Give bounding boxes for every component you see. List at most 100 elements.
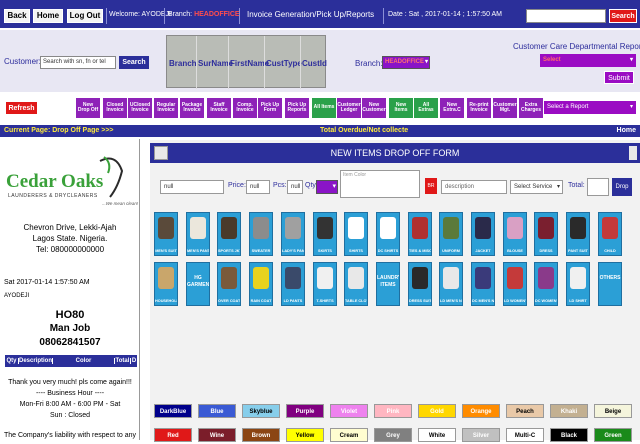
customer-search-input[interactable]: Search with sn, fn or tel xyxy=(40,56,116,69)
item-tile[interactable]: OTHERS xyxy=(598,262,622,306)
form-menu-icon[interactable] xyxy=(154,146,168,160)
color-button[interactable]: Khaki xyxy=(550,404,588,418)
item-name-field[interactable]: null xyxy=(160,180,224,194)
action-button-3[interactable]: Regular Invoice xyxy=(154,98,178,118)
item-tile[interactable]: LD PANTS xyxy=(281,262,305,306)
top-search-button[interactable]: Search xyxy=(609,9,637,23)
item-color-field[interactable]: Item Color xyxy=(340,170,420,198)
item-tile[interactable]: LD MEN'S NATIVE xyxy=(439,262,463,306)
item-label: DC SHIRTS xyxy=(377,249,399,253)
garment-icon xyxy=(317,267,333,289)
submit-button[interactable]: Submit xyxy=(604,71,634,84)
garment-icon xyxy=(221,267,237,289)
report-select[interactable]: Select a Report ▾ xyxy=(544,101,636,114)
care-reports-select[interactable]: Select ▾ xyxy=(540,54,636,67)
customer-search-button[interactable]: Search xyxy=(119,56,149,69)
qty-select[interactable]: ▾ xyxy=(316,180,338,194)
action-button-4[interactable]: Package Invoice xyxy=(180,98,204,118)
welcome-text: Welcome: AYODEJI xyxy=(109,11,171,18)
color-button[interactable]: Skyblue xyxy=(242,404,280,418)
logout-button[interactable]: Log Out xyxy=(67,9,103,23)
action-button-1[interactable]: Closed Invoice xyxy=(103,98,127,118)
chevron-down-icon: ▾ xyxy=(332,183,336,190)
top-search-input[interactable] xyxy=(526,9,606,23)
item-tile[interactable]: JACKET xyxy=(471,212,495,256)
action-button-16[interactable]: Customer Mgt. xyxy=(493,98,517,118)
action-button-17[interactable]: Extra Charges xyxy=(519,98,543,118)
action-button-6[interactable]: Comp. Invoice xyxy=(233,98,257,118)
branch-filter-select[interactable]: HEADOFFICE ▾ xyxy=(382,56,430,69)
item-color-placeholder: Item Color xyxy=(343,172,367,178)
page-title: Invoice Generation/Pick Up/Reports xyxy=(247,10,375,19)
color-button[interactable]: Pink xyxy=(374,404,412,418)
service-select[interactable]: Select Service ▾ xyxy=(510,180,563,194)
action-button-8[interactable]: Pick Up Reports xyxy=(285,98,309,118)
action-button-14[interactable]: New Extra.C xyxy=(440,98,464,118)
color-button[interactable]: Gold xyxy=(418,404,456,418)
divider xyxy=(196,36,197,89)
item-tile[interactable]: T-SHIRTS xyxy=(313,262,337,306)
item-tile[interactable]: HOUSEHOLD xyxy=(154,262,178,306)
item-tile[interactable]: TABLE CLOTH xyxy=(344,262,368,306)
th-d: D xyxy=(131,358,137,364)
item-tile[interactable]: OVER COAT xyxy=(217,262,241,306)
color-button[interactable]: Beige xyxy=(594,404,632,418)
home-link[interactable]: Home xyxy=(617,125,636,137)
back-button[interactable]: Back xyxy=(4,9,30,23)
item-tile[interactable]: HG GARMENTS xyxy=(186,262,210,306)
item-tile[interactable]: LAUNDRY ITEMS xyxy=(376,262,400,306)
color-button[interactable]: Violet xyxy=(330,404,368,418)
item-tile[interactable]: DC SHIRTS xyxy=(376,212,400,256)
color-button[interactable]: Peach xyxy=(506,404,544,418)
garment-icon xyxy=(507,267,523,289)
br-button[interactable]: BR xyxy=(425,178,437,194)
action-button-13[interactable]: All Extras xyxy=(414,98,438,118)
overdue-link[interactable]: Total Overdue/Not collecte xyxy=(320,125,408,137)
home-button[interactable]: Home xyxy=(33,9,63,23)
pcs-field[interactable]: null xyxy=(287,180,303,194)
receipt-code: HO80 xyxy=(55,309,85,321)
color-button[interactable]: Orange xyxy=(462,404,500,418)
item-tile[interactable]: TIES & MISC xyxy=(408,212,432,256)
item-tile[interactable]: CHILD xyxy=(598,212,622,256)
action-button-5[interactable]: Staff Invoice xyxy=(207,98,231,118)
action-button-10[interactable]: Customer Ledger xyxy=(337,98,361,118)
price-field[interactable]: null xyxy=(246,180,270,194)
color-button[interactable]: DarkBlue xyxy=(154,404,192,418)
action-button-12[interactable]: New Items xyxy=(389,98,413,118)
item-tile[interactable]: DRESS xyxy=(534,212,558,256)
item-tile[interactable]: DC MEN'S NATIVE xyxy=(471,262,495,306)
total-field[interactable] xyxy=(587,178,609,196)
action-button-11[interactable]: New Customer xyxy=(362,98,386,118)
action-button-0[interactable]: New Drop Off xyxy=(76,98,100,118)
refresh-button[interactable]: Refresh xyxy=(5,101,38,115)
scroll-up-icon[interactable] xyxy=(629,146,637,160)
action-button-15[interactable]: Re-print Invoice xyxy=(467,98,491,118)
item-tile[interactable]: DC WOMEN'S NATIVE xyxy=(534,262,558,306)
item-tile[interactable]: PANT SUIT xyxy=(566,212,590,256)
item-tile[interactable]: LD SHIRT xyxy=(566,262,590,306)
description-field[interactable]: description xyxy=(441,180,507,194)
item-tile[interactable]: UNIFORM xyxy=(439,212,463,256)
item-tile[interactable]: MEN'S SUIT xyxy=(154,212,178,256)
item-label: JACKET xyxy=(475,249,491,253)
item-label: LD PANTS xyxy=(283,299,303,303)
branch-label-text: Branch: xyxy=(168,11,193,18)
item-tile[interactable]: BLOUSE xyxy=(503,212,527,256)
item-tile[interactable]: LADY'S PANT xyxy=(281,212,305,256)
action-button-7[interactable]: Pick Up Form xyxy=(258,98,282,118)
action-button-9[interactable]: All Items xyxy=(312,98,336,118)
item-tile[interactable]: LD WOMEN'S NATIVE xyxy=(503,262,527,306)
item-tile[interactable]: SPORTS JKT xyxy=(217,212,241,256)
drop-button[interactable]: Drop xyxy=(612,178,632,196)
color-button[interactable]: Blue xyxy=(198,404,236,418)
color-button[interactable]: Purple xyxy=(286,404,324,418)
item-tile[interactable]: SWEATER xyxy=(249,212,273,256)
action-button-2[interactable]: UClosed Invoice xyxy=(128,98,152,118)
garment-icon xyxy=(538,217,554,239)
item-tile[interactable]: DRESS SUIT xyxy=(408,262,432,306)
item-tile[interactable]: RAIN COAT xyxy=(249,262,273,306)
item-tile[interactable]: MEN'S PANTS xyxy=(186,212,210,256)
item-tile[interactable]: SHIRTS xyxy=(344,212,368,256)
item-tile[interactable]: SKIRTS xyxy=(313,212,337,256)
